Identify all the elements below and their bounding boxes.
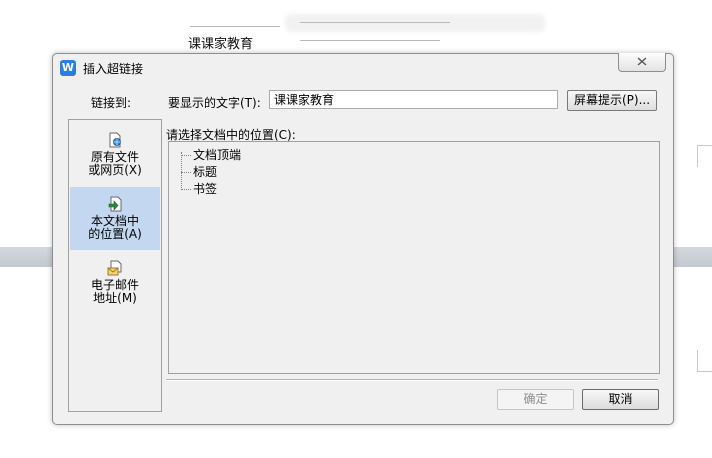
background-bar-left [0, 247, 52, 267]
link-to-nav-panel: 原有文件 或网页(X) 本文档中 的位置(A) 电子邮件 地址(M) [68, 119, 162, 412]
nav-item-label: 或网页(X) [88, 163, 142, 177]
tree-connector [181, 172, 191, 173]
background-mark [697, 145, 712, 146]
tree-connector [181, 155, 191, 156]
ok-button[interactable]: 确定 [497, 389, 574, 410]
link-to-label: 链接到: [91, 96, 132, 110]
tree-connector [181, 189, 191, 190]
nav-item-label: 地址(M) [93, 291, 137, 305]
tree-item-label: 文档顶端 [193, 148, 242, 162]
nav-item-label: 电子邮件 [90, 278, 139, 292]
document-place-tree[interactable]: 文档顶端 标题 书签 [168, 141, 660, 374]
background-mark [697, 371, 712, 372]
wps-app-icon: W [60, 60, 76, 76]
nav-item-email-address[interactable]: 电子邮件 地址(M) [70, 260, 160, 312]
background-bar-right [673, 247, 712, 267]
background-mark [697, 350, 698, 372]
background-line [300, 40, 440, 41]
close-icon [637, 57, 647, 66]
display-text-input[interactable] [269, 90, 558, 109]
close-button[interactable] [618, 53, 666, 72]
background-blur [285, 14, 545, 32]
background-line [190, 26, 280, 27]
tree-item-bookmarks[interactable]: 书签 [181, 180, 217, 197]
background-document-text: 课课家教育 [188, 37, 254, 52]
dialog-title: 插入超链接 [83, 62, 144, 76]
email-icon [107, 260, 122, 276]
insert-hyperlink-dialog: W 插入超链接 链接到: 要显示的文字(T): 屏幕提示(P)... 原有文件 … [52, 53, 674, 425]
nav-item-label: 本文档中 [90, 214, 139, 228]
tree-item-label: 书签 [193, 182, 218, 196]
nav-item-label: 的位置(A) [88, 227, 142, 241]
web-page-icon [109, 132, 121, 148]
dialog-titlebar: W 插入超链接 [53, 53, 673, 82]
document-place-icon [108, 196, 122, 212]
screentip-button[interactable]: 屏幕提示(P)... [567, 90, 657, 111]
nav-item-this-document[interactable]: 本文档中 的位置(A) [70, 187, 160, 250]
tree-item-document-top[interactable]: 文档顶端 [181, 146, 241, 163]
nav-item-label: 原有文件 [90, 150, 139, 164]
display-text-label: 要显示的文字(T): [168, 96, 261, 110]
cancel-button[interactable]: 取消 [582, 389, 659, 410]
separator [166, 379, 658, 381]
tree-item-headings[interactable]: 标题 [181, 163, 217, 180]
background-mark [697, 145, 698, 167]
background-line [300, 22, 450, 23]
tree-item-label: 标题 [193, 165, 218, 179]
nav-item-existing-file[interactable]: 原有文件 或网页(X) [70, 132, 160, 184]
